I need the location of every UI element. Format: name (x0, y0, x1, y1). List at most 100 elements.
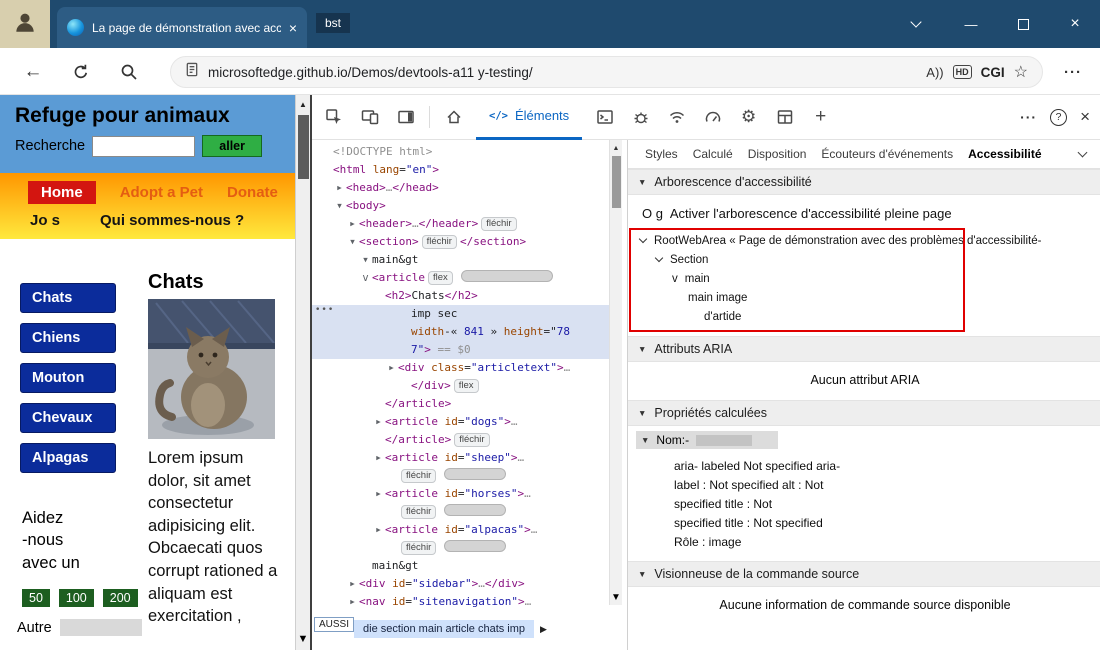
page-scrollbar[interactable]: ▲ ▼ (295, 95, 310, 650)
profile-name[interactable]: CGI (981, 65, 1005, 80)
tab--couteurs-d-v-nements[interactable]: Écouteurs d'événements (821, 147, 953, 161)
home-icon[interactable] (438, 102, 469, 133)
pet-category-button[interactable]: Alpagas (20, 443, 116, 473)
back-button[interactable]: ← (18, 57, 48, 87)
inspect-icon[interactable] (318, 102, 349, 133)
console-icon[interactable] (589, 102, 620, 133)
nav-home-link[interactable]: Home (28, 181, 96, 204)
more-gutter-icon[interactable]: ••• (315, 301, 334, 319)
fullpage-ax-toggle[interactable]: O g Activer l'arborescence d'accessibili… (628, 195, 1100, 228)
dom-tree-line[interactable]: fléchir (312, 467, 609, 485)
a11y-tree-row[interactable]: Section (628, 250, 1100, 269)
twisty-icon[interactable]: ▶ (372, 449, 385, 467)
dom-tree-line[interactable]: ▶ <article id="dogs">… (312, 413, 609, 431)
tab-close-icon[interactable]: × (289, 20, 297, 36)
amount-badge[interactable]: 100 (58, 589, 94, 607)
layout-badge[interactable]: fléchir (454, 433, 490, 447)
devtools-more-icon[interactable]: ··· (1020, 109, 1037, 125)
dom-tree-line[interactable]: ▶ <nav id="sitenavigation">… (312, 593, 609, 611)
dom-tree-line[interactable]: ▶ <article id="alpacas">… (312, 521, 609, 539)
dom-tree-line[interactable]: v <article flex (312, 269, 609, 287)
dom-tree-line[interactable]: ▼ <section> fléchir </section> (312, 233, 609, 251)
dom-tree-line[interactable]: <!DOCTYPE html> (312, 143, 609, 161)
dom-tree-line[interactable]: ▶ <div class="articletext">… (312, 359, 609, 377)
profile-avatar[interactable] (0, 0, 50, 48)
devtools-close-icon[interactable]: × (1080, 107, 1090, 127)
section-accessibility-tree[interactable]: ▼ Arborescence d'accessibilité (628, 169, 1100, 195)
hd-badge-icon[interactable]: HD (952, 65, 972, 79)
twisty-icon[interactable]: ▶ (372, 413, 385, 431)
twisty-icon[interactable]: ▼ (333, 197, 346, 215)
address-bar[interactable]: microsoftedge.github.io/Demos/devtools-a… (170, 56, 1043, 88)
twisty-icon[interactable]: ▶ (372, 521, 385, 539)
nav-link[interactable]: Qui sommes-nous ? (100, 212, 244, 229)
dom-tree-line[interactable]: <h2>Chats</h2> (312, 287, 609, 305)
performance-gauge-icon[interactable] (697, 102, 728, 133)
scroll-down-icon[interactable]: ▼ (296, 632, 310, 646)
tab-elements[interactable]: </> Éléments (476, 95, 583, 140)
search-input[interactable] (92, 135, 196, 157)
scrollbar-thumb[interactable] (612, 156, 621, 208)
dom-tree-line[interactable]: ▼ main&gt (312, 251, 609, 269)
twisty-icon[interactable]: ▶ (346, 575, 359, 593)
tab-list-chevron-icon[interactable] (893, 0, 939, 48)
maximize-button[interactable] (1000, 0, 1046, 48)
a11y-tree-row[interactable]: v main (628, 269, 1100, 288)
application-grid-icon[interactable] (769, 102, 800, 133)
dom-tree-line[interactable]: 7"> == $0 (312, 341, 609, 359)
twisty-icon[interactable]: ▶ (385, 359, 398, 377)
nav-link[interactable]: Adopt a Pet (120, 184, 203, 201)
dom-tree-line[interactable]: ▶ <article id="sheep">… (312, 449, 609, 467)
tab-accessibilit-[interactable]: Accessibilité (968, 147, 1041, 161)
dom-tree-line[interactable]: <html lang="en"> (312, 161, 609, 179)
tab-calcul-[interactable]: Calculé (693, 147, 733, 161)
twisty-icon[interactable]: v (359, 269, 372, 287)
breadcrumb[interactable]: die section main article chats imp (354, 620, 535, 638)
browser-tab[interactable]: La page de démonstration avec accessibil… (57, 7, 307, 48)
layout-badge[interactable]: fléchir (401, 541, 437, 555)
scroll-up-icon[interactable]: ▲ (296, 97, 310, 111)
dom-tree-line[interactable]: </article> (312, 395, 609, 413)
dom-tree-line[interactable]: fléchir (312, 503, 609, 521)
more-options-icon[interactable]: ··· (1058, 57, 1088, 87)
read-aloud-icon[interactable]: A)) (926, 65, 943, 80)
url-text[interactable]: microsoftedge.github.io/Demos/devtools-a… (208, 65, 917, 80)
layout-badge[interactable]: flex (453, 379, 479, 393)
nav-link[interactable]: Jo s (30, 212, 60, 229)
dom-tree-line[interactable]: main&gt (312, 557, 609, 575)
search-icon[interactable] (114, 57, 144, 87)
twisty-icon[interactable]: ▶ (346, 215, 359, 233)
dom-tree-line[interactable]: ▶ <head>…</head> (312, 179, 609, 197)
dock-side-icon[interactable] (390, 102, 421, 133)
layout-badge[interactable]: flex (427, 271, 453, 285)
nav-link[interactable]: Donate (227, 184, 278, 201)
pet-category-button[interactable]: Mouton (20, 363, 116, 393)
background-tab-fragment[interactable]: bst (316, 13, 351, 33)
add-panel-icon[interactable]: + (805, 102, 836, 133)
sidebar-tabs-chevron-icon[interactable] (1077, 147, 1088, 158)
dom-tree-line[interactable]: ▶ <article id="horses">… (312, 485, 609, 503)
favorites-star-icon[interactable]: ☆ (1014, 62, 1028, 82)
twisty-icon[interactable]: ▼ (346, 233, 359, 251)
dom-tree-line[interactable]: ▶ <header>…</header> fléchir (312, 215, 609, 233)
layout-badge[interactable]: fléchir (481, 217, 517, 231)
site-info-icon[interactable] (185, 62, 199, 82)
network-wifi-icon[interactable] (661, 102, 692, 133)
dom-tree-line[interactable]: </div> flex (312, 377, 609, 395)
dom-tree-line[interactable]: fléchir (312, 539, 609, 557)
go-button[interactable]: aller (202, 135, 263, 157)
help-icon[interactable]: ? (1050, 108, 1068, 126)
a11y-tree-row[interactable]: RootWebArea « Page de démonstration avec… (628, 231, 1100, 250)
minimize-button[interactable]: — (948, 0, 994, 48)
pet-category-button[interactable]: Chiens (20, 323, 116, 353)
refresh-button[interactable] (66, 57, 96, 87)
pet-category-button[interactable]: Chats (20, 283, 116, 313)
amount-badge[interactable]: 50 (22, 589, 50, 607)
dom-tree-line[interactable]: ▶ <div id="sidebar">…</div> (312, 575, 609, 593)
layout-badge[interactable]: fléchir (421, 235, 457, 249)
scroll-up-icon[interactable]: ▲ (610, 142, 622, 154)
amount-badge[interactable]: 200 (102, 589, 138, 607)
section-aria-attributes[interactable]: ▼ Attributs ARIA (628, 336, 1100, 362)
layout-badge[interactable]: fléchir (401, 469, 437, 483)
dom-tree-line[interactable]: ▼ <body> (312, 197, 609, 215)
